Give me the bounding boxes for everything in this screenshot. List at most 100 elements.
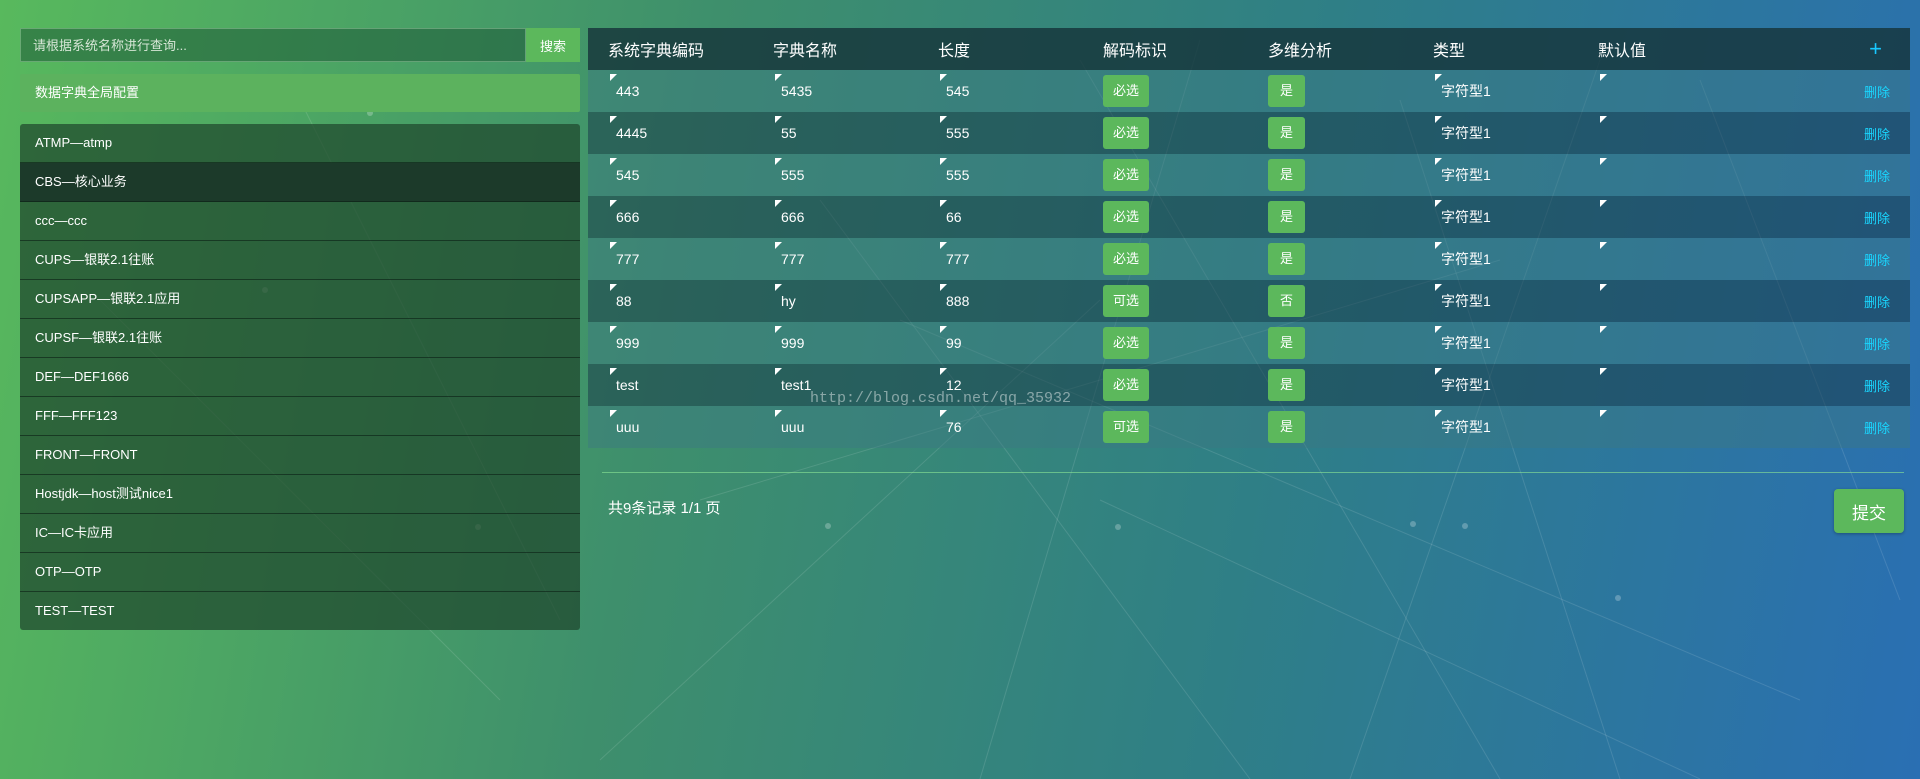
delete-row-link[interactable]: 删除 xyxy=(1743,70,1910,112)
decode-flag-button[interactable]: 必选 xyxy=(1103,117,1150,149)
cell-length-text: 555 xyxy=(946,167,970,183)
cell-length[interactable]: 555 xyxy=(918,154,1083,196)
edit-marker-icon xyxy=(940,116,947,123)
global-config-item[interactable]: 数据字典全局配置 xyxy=(20,74,580,112)
cell-name[interactable]: 5435 xyxy=(753,70,918,112)
sidebar-item-cupsf[interactable]: CUPSF—银联2.1往账 xyxy=(20,319,580,358)
cell-type[interactable]: 字符型1 xyxy=(1413,364,1578,406)
cell-type[interactable]: 字符型1 xyxy=(1413,238,1578,280)
multi-analysis-button[interactable]: 是 xyxy=(1268,411,1306,443)
decode-flag-button[interactable]: 必选 xyxy=(1103,327,1150,359)
cell-type[interactable]: 字符型1 xyxy=(1413,70,1578,112)
sidebar-item-front[interactable]: FRONT—FRONT xyxy=(20,436,580,475)
delete-row-link[interactable]: 删除 xyxy=(1743,364,1910,406)
cell-length[interactable]: 66 xyxy=(918,196,1083,238)
cell-type[interactable]: 字符型1 xyxy=(1413,196,1578,238)
multi-analysis-button[interactable]: 是 xyxy=(1268,117,1306,149)
cell-default[interactable] xyxy=(1578,280,1743,322)
cell-code[interactable]: 999 xyxy=(588,322,753,364)
cell-length[interactable]: 555 xyxy=(918,112,1083,154)
multi-analysis-button[interactable]: 是 xyxy=(1268,243,1306,275)
cell-default[interactable] xyxy=(1578,322,1743,364)
multi-analysis-button[interactable]: 是 xyxy=(1268,327,1306,359)
sidebar-item-def[interactable]: DEF—DEF1666 xyxy=(20,358,580,397)
decode-flag-button[interactable]: 必选 xyxy=(1103,159,1150,191)
cell-default[interactable] xyxy=(1578,112,1743,154)
cell-name[interactable]: 55 xyxy=(753,112,918,154)
edit-marker-icon xyxy=(1435,410,1442,417)
multi-analysis-button[interactable]: 是 xyxy=(1268,369,1306,401)
cell-default[interactable] xyxy=(1578,154,1743,196)
multi-analysis-button[interactable]: 是 xyxy=(1268,201,1306,233)
cell-length-text: 777 xyxy=(946,251,970,267)
cell-length-text: 545 xyxy=(946,83,970,99)
cell-code[interactable]: 443 xyxy=(588,70,753,112)
cell-name[interactable]: 777 xyxy=(753,238,918,280)
sidebar-item-test[interactable]: TEST—TEST xyxy=(20,592,580,630)
system-search-input[interactable] xyxy=(20,28,526,62)
decode-flag-button[interactable]: 可选 xyxy=(1103,285,1150,317)
add-row-button[interactable]: + xyxy=(1743,28,1910,70)
delete-row-link[interactable]: 删除 xyxy=(1743,196,1910,238)
cell-type[interactable]: 字符型1 xyxy=(1413,406,1578,448)
decode-flag-button[interactable]: 必选 xyxy=(1103,201,1150,233)
cell-code[interactable]: 4445 xyxy=(588,112,753,154)
sidebar-item-ccc[interactable]: ccc—ccc xyxy=(20,202,580,241)
sidebar-item-cups[interactable]: CUPS—银联2.1往账 xyxy=(20,241,580,280)
delete-row-link[interactable]: 删除 xyxy=(1743,112,1910,154)
search-button[interactable]: 搜索 xyxy=(526,28,580,62)
cell-length[interactable]: 76 xyxy=(918,406,1083,448)
cell-default[interactable] xyxy=(1578,364,1743,406)
edit-marker-icon xyxy=(1600,116,1607,123)
delete-row-link[interactable]: 删除 xyxy=(1743,406,1910,448)
sidebar-item-ic[interactable]: IC—IC卡应用 xyxy=(20,514,580,553)
decode-flag-button[interactable]: 必选 xyxy=(1103,75,1150,107)
sidebar-item-cbs[interactable]: CBS—核心业务 xyxy=(20,163,580,202)
cell-length[interactable]: 545 xyxy=(918,70,1083,112)
cell-type[interactable]: 字符型1 xyxy=(1413,322,1578,364)
cell-name[interactable]: hy xyxy=(753,280,918,322)
sidebar-item-atmp[interactable]: ATMP—atmp xyxy=(20,124,580,163)
cell-default[interactable] xyxy=(1578,406,1743,448)
decode-flag-button[interactable]: 必选 xyxy=(1103,243,1150,275)
cell-name[interactable]: 999 xyxy=(753,322,918,364)
sidebar-item-fff[interactable]: FFF—FFF123 xyxy=(20,397,580,436)
cell-default[interactable] xyxy=(1578,70,1743,112)
cell-length[interactable]: 99 xyxy=(918,322,1083,364)
cell-default[interactable] xyxy=(1578,196,1743,238)
sidebar-item-otp[interactable]: OTP—OTP xyxy=(20,553,580,592)
cell-type[interactable]: 字符型1 xyxy=(1413,280,1578,322)
cell-type[interactable]: 字符型1 xyxy=(1413,112,1578,154)
edit-marker-icon xyxy=(940,326,947,333)
decode-flag-button[interactable]: 必选 xyxy=(1103,369,1150,401)
multi-analysis-button[interactable]: 否 xyxy=(1268,285,1306,317)
sidebar-item-hostjdk[interactable]: Hostjdk—host测试nice1 xyxy=(20,475,580,514)
decode-flag-button[interactable]: 可选 xyxy=(1103,411,1150,443)
cell-name[interactable]: 666 xyxy=(753,196,918,238)
cell-multi: 是 xyxy=(1248,322,1413,364)
cell-code[interactable]: test xyxy=(588,364,753,406)
delete-row-link[interactable]: 删除 xyxy=(1743,154,1910,196)
sidebar-item-cupsapp[interactable]: CUPSAPP—银联2.1应用 xyxy=(20,280,580,319)
delete-row-link[interactable]: 删除 xyxy=(1743,322,1910,364)
cell-code[interactable]: 777 xyxy=(588,238,753,280)
cell-decode: 必选 xyxy=(1083,364,1248,406)
cell-name[interactable]: uuu xyxy=(753,406,918,448)
system-panel: 搜索 数据字典全局配置 ATMP—atmp CBS—核心业务 ccc—ccc C… xyxy=(20,28,580,630)
cell-length[interactable]: 777 xyxy=(918,238,1083,280)
cell-name[interactable]: 555 xyxy=(753,154,918,196)
cell-default[interactable] xyxy=(1578,238,1743,280)
cell-length[interactable]: 888 xyxy=(918,280,1083,322)
delete-row-link[interactable]: 删除 xyxy=(1743,238,1910,280)
cell-code[interactable]: 545 xyxy=(588,154,753,196)
cell-type[interactable]: 字符型1 xyxy=(1413,154,1578,196)
cell-code[interactable]: 88 xyxy=(588,280,753,322)
multi-analysis-button[interactable]: 是 xyxy=(1268,159,1306,191)
cell-code[interactable]: 666 xyxy=(588,196,753,238)
edit-marker-icon xyxy=(1600,410,1607,417)
submit-button[interactable]: 提交 xyxy=(1834,489,1904,533)
multi-analysis-button[interactable]: 是 xyxy=(1268,75,1306,107)
cell-length-text: 76 xyxy=(946,419,962,435)
cell-code[interactable]: uuu xyxy=(588,406,753,448)
delete-row-link[interactable]: 删除 xyxy=(1743,280,1910,322)
